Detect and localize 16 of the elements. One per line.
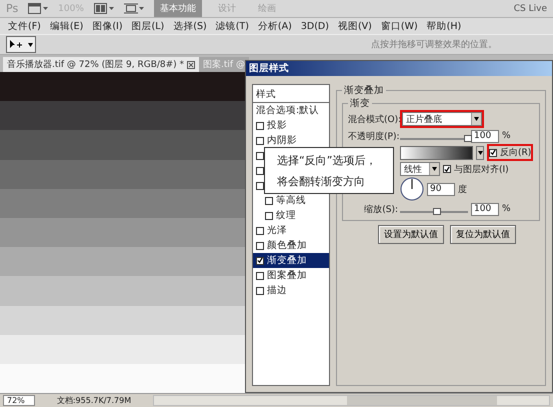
group-title: 渐变 <box>349 97 371 110</box>
dialog-title: 图层样式 <box>246 61 552 76</box>
blend-mode-label: 混合模式(O): <box>348 114 400 126</box>
scale-label: 缩放(S): <box>363 204 399 216</box>
callout-text: 选择“反向”选项后， <box>277 152 378 168</box>
options-hint: 点按并拖移可调整效果的位置。 <box>371 38 497 51</box>
unit-label: % <box>502 204 511 214</box>
section-title: 渐变叠加 <box>343 84 385 97</box>
align-label: 与图层对齐(I) <box>454 164 509 176</box>
unit-label: 度 <box>458 184 467 196</box>
document-info: 文档:955.7K/7.79M <box>56 395 132 406</box>
app-logo: Ps <box>6 2 18 15</box>
reverse-label: 反向(R) <box>500 146 532 159</box>
unit-label: % <box>502 131 511 141</box>
callout-text: 将会翻转渐变方向 <box>277 174 366 188</box>
opacity-label: 不透明度(P): <box>348 130 400 142</box>
